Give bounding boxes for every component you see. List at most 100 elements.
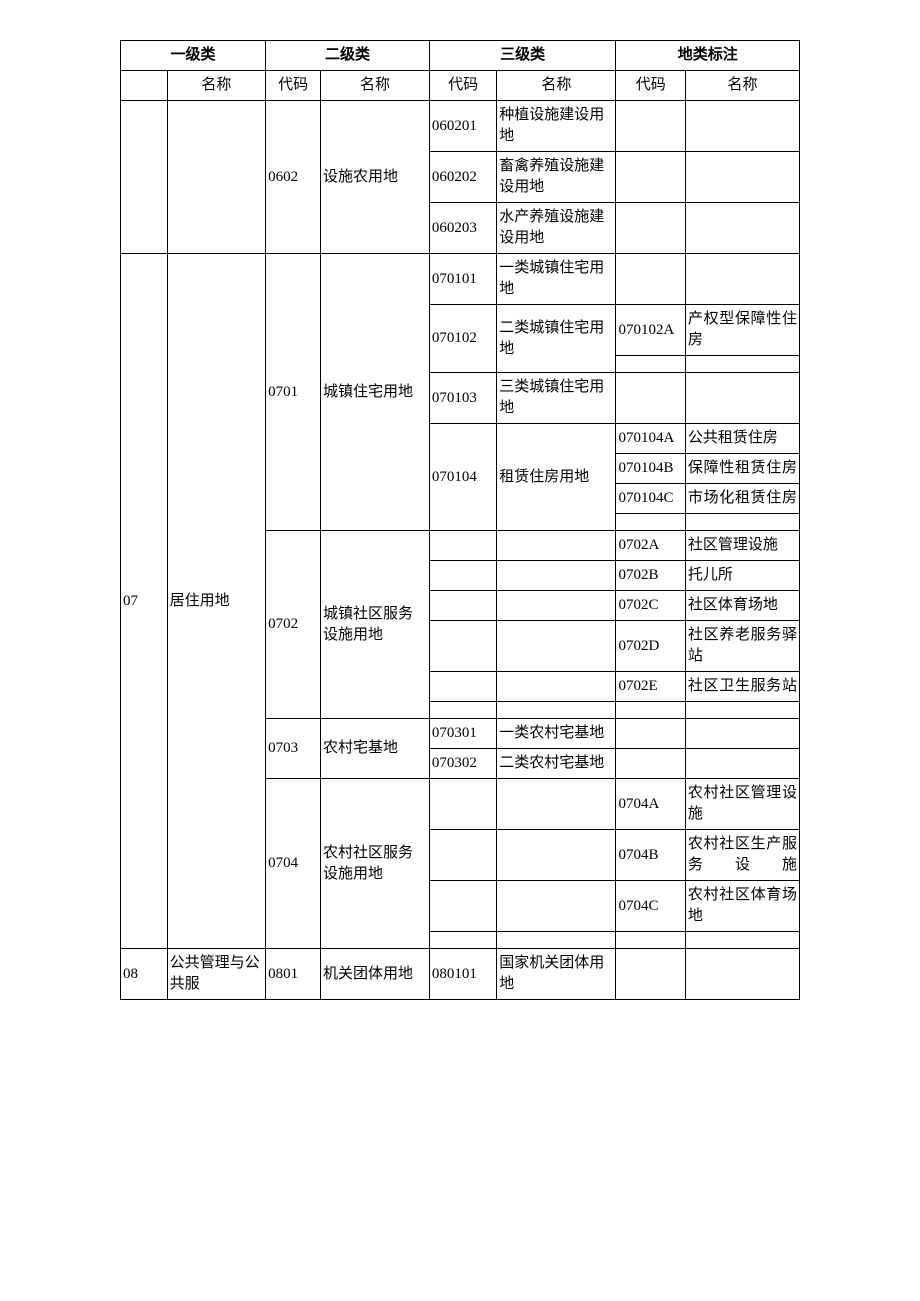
sub-name4: 名称 bbox=[685, 71, 799, 101]
cell-name4 bbox=[685, 152, 799, 203]
cell-code3 bbox=[429, 881, 496, 932]
sub-code4: 代码 bbox=[616, 71, 685, 101]
cell-code3: 070102 bbox=[429, 305, 496, 373]
cell-code1 bbox=[121, 101, 168, 254]
cell-name4: 保障性租赁住房 bbox=[685, 454, 799, 484]
cell-code4 bbox=[616, 702, 685, 719]
cell-code4: 0702D bbox=[616, 621, 685, 672]
cell-code2: 0801 bbox=[266, 949, 321, 1000]
cell-name3: 二类城镇住宅用地 bbox=[497, 305, 616, 373]
cell-name3 bbox=[497, 531, 616, 561]
cell-name1: 公共管理与公共服 bbox=[167, 949, 265, 1000]
cell-code4: 0702A bbox=[616, 531, 685, 561]
cell-name4 bbox=[685, 749, 799, 779]
cell-name2: 城镇社区服务设施用地 bbox=[321, 531, 430, 719]
cell-name3: 二类农村宅基地 bbox=[497, 749, 616, 779]
cell-code4 bbox=[616, 514, 685, 531]
cell-name4: 农村社区生产服务设施 bbox=[685, 830, 799, 881]
cell-code3 bbox=[429, 932, 496, 949]
cell-code4: 070104C bbox=[616, 484, 685, 514]
hdr-lvl3: 三级类 bbox=[429, 41, 616, 71]
cell-name4: 社区养老服务驿站 bbox=[685, 621, 799, 672]
cell-name1: 居住用地 bbox=[167, 254, 265, 949]
cell-code4 bbox=[616, 356, 685, 373]
table-row: 0602 设施农用地 060201 种植设施建设用地 bbox=[121, 101, 800, 152]
cell-name2: 农村社区服务设施用地 bbox=[321, 779, 430, 949]
cell-name4 bbox=[685, 203, 799, 254]
cell-code2: 0701 bbox=[266, 254, 321, 531]
cell-name4: 托儿所 bbox=[685, 561, 799, 591]
cell-code3 bbox=[429, 531, 496, 561]
hdr-lvl2: 二级类 bbox=[266, 41, 430, 71]
cell-code3 bbox=[429, 561, 496, 591]
cell-code4 bbox=[616, 152, 685, 203]
sub-code3: 代码 bbox=[429, 71, 496, 101]
cell-name3: 一类农村宅基地 bbox=[497, 719, 616, 749]
table-row: 07 居住用地 0701 城镇住宅用地 070101 一类城镇住宅用地 bbox=[121, 254, 800, 305]
cell-name4: 社区卫生服务站 bbox=[685, 672, 799, 702]
cell-name4: 农村社区管理设施 bbox=[685, 779, 799, 830]
cell-name4 bbox=[685, 932, 799, 949]
cell-name3 bbox=[497, 672, 616, 702]
cell-code4: 0704A bbox=[616, 779, 685, 830]
cell-code4 bbox=[616, 203, 685, 254]
cell-code4 bbox=[616, 373, 685, 424]
sub-name1: 名称 bbox=[167, 71, 265, 101]
cell-name2: 农村宅基地 bbox=[321, 719, 430, 779]
cell-name3: 水产养殖设施建设用地 bbox=[497, 203, 616, 254]
sub-name2: 名称 bbox=[321, 71, 430, 101]
cell-name4: 产权型保障性住房 bbox=[685, 305, 799, 356]
cell-code4: 0704B bbox=[616, 830, 685, 881]
cell-name4 bbox=[685, 514, 799, 531]
cell-code3: 070103 bbox=[429, 373, 496, 424]
cell-code3 bbox=[429, 621, 496, 672]
hdr-lvl1: 一级类 bbox=[121, 41, 266, 71]
cell-code4 bbox=[616, 719, 685, 749]
sub-code2: 代码 bbox=[266, 71, 321, 101]
cell-name3: 租赁住房用地 bbox=[497, 424, 616, 531]
cell-code4 bbox=[616, 932, 685, 949]
cell-code3: 060203 bbox=[429, 203, 496, 254]
cell-code4: 0702E bbox=[616, 672, 685, 702]
hdr-lvl4: 地类标注 bbox=[616, 41, 800, 71]
cell-name3: 国家机关团体用地 bbox=[497, 949, 616, 1000]
cell-name3 bbox=[497, 561, 616, 591]
cell-code3 bbox=[429, 702, 496, 719]
cell-code4: 0702C bbox=[616, 591, 685, 621]
cell-code3 bbox=[429, 591, 496, 621]
cell-name4 bbox=[685, 949, 799, 1000]
cell-name4 bbox=[685, 702, 799, 719]
cell-name4: 农村社区体育场地 bbox=[685, 881, 799, 932]
cell-name3: 种植设施建设用地 bbox=[497, 101, 616, 152]
cell-name3 bbox=[497, 702, 616, 719]
classification-table: 一级类 二级类 三级类 地类标注 名称 代码 名称 代码 名称 代码 名称 06… bbox=[120, 40, 800, 1000]
cell-code1: 08 bbox=[121, 949, 168, 1000]
cell-code4 bbox=[616, 749, 685, 779]
cell-name2: 城镇住宅用地 bbox=[321, 254, 430, 531]
sub-code1 bbox=[121, 71, 168, 101]
cell-code1: 07 bbox=[121, 254, 168, 949]
cell-name3 bbox=[497, 591, 616, 621]
cell-name3 bbox=[497, 881, 616, 932]
cell-code2: 0702 bbox=[266, 531, 321, 719]
cell-code4 bbox=[616, 949, 685, 1000]
cell-name2: 设施农用地 bbox=[321, 101, 430, 254]
cell-code3 bbox=[429, 672, 496, 702]
cell-name4 bbox=[685, 356, 799, 373]
cell-code3: 070301 bbox=[429, 719, 496, 749]
cell-code4 bbox=[616, 254, 685, 305]
cell-code4: 070104B bbox=[616, 454, 685, 484]
header-row-2: 名称 代码 名称 代码 名称 代码 名称 bbox=[121, 71, 800, 101]
cell-code2: 0703 bbox=[266, 719, 321, 779]
cell-code3 bbox=[429, 779, 496, 830]
cell-name4: 社区管理设施 bbox=[685, 531, 799, 561]
cell-code3: 070104 bbox=[429, 424, 496, 531]
cell-name3: 畜禽养殖设施建设用地 bbox=[497, 152, 616, 203]
sub-name3: 名称 bbox=[497, 71, 616, 101]
header-row-1: 一级类 二级类 三级类 地类标注 bbox=[121, 41, 800, 71]
cell-code4: 070102A bbox=[616, 305, 685, 356]
cell-code3: 070101 bbox=[429, 254, 496, 305]
cell-code3: 060202 bbox=[429, 152, 496, 203]
cell-code3: 070302 bbox=[429, 749, 496, 779]
cell-name2: 机关团体用地 bbox=[321, 949, 430, 1000]
